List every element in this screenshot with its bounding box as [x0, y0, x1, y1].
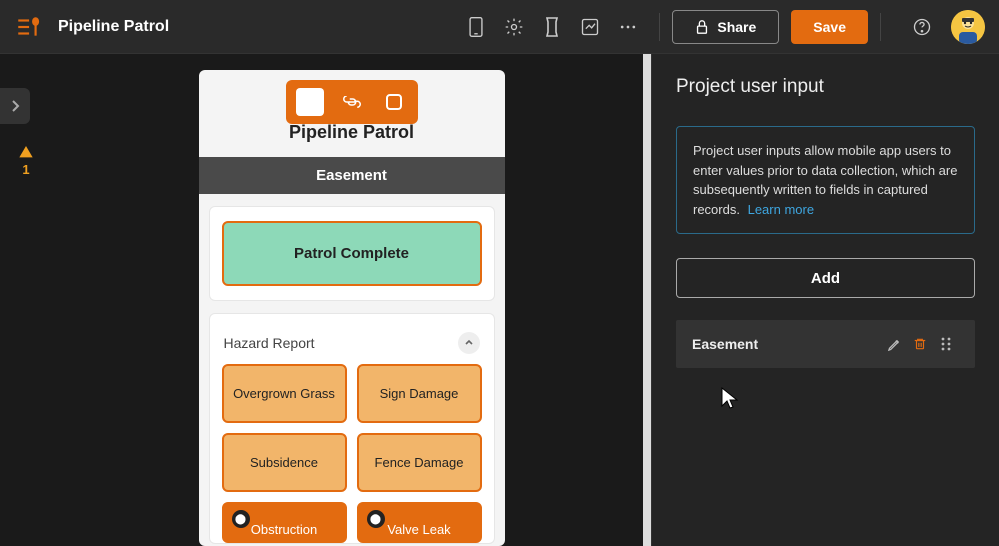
- canvas-toolbar: [286, 80, 418, 124]
- lock-icon: [695, 19, 709, 35]
- input-list-item[interactable]: Easement: [676, 320, 975, 368]
- hazard-section-label: Hazard Report: [224, 335, 315, 351]
- hazard-chip[interactable]: Sign Damage: [357, 364, 482, 423]
- share-button[interactable]: Share: [672, 10, 779, 44]
- tool-page-icon[interactable]: [296, 88, 324, 116]
- hazard-chip-linked[interactable]: ⬤ Valve Leak: [357, 502, 482, 543]
- tool-link-icon[interactable]: [338, 88, 366, 116]
- preview-card-hazard: Hazard Report Overgrown Grass Sign Damag…: [209, 313, 495, 544]
- settings-icon[interactable]: [497, 10, 531, 44]
- input-item-name: Easement: [692, 336, 881, 352]
- hazard-chip[interactable]: Overgrown Grass: [222, 364, 347, 423]
- app-logo[interactable]: [14, 13, 42, 41]
- info-banner: Project user inputs allow mobile app use…: [676, 126, 975, 234]
- design-canvas[interactable]: Pipeline Patrol Easement Patrol Complete…: [52, 54, 651, 546]
- preview-section-bar[interactable]: Easement: [199, 157, 505, 194]
- divider: [659, 13, 660, 41]
- tool-container-icon[interactable]: [380, 88, 408, 116]
- warning-indicator[interactable]: 1: [18, 144, 34, 177]
- hazard-chip-linked[interactable]: ⬤ Obstruction: [222, 502, 347, 543]
- hazard-chip[interactable]: Fence Damage: [357, 433, 482, 492]
- hazard-chip[interactable]: Subsidence: [222, 433, 347, 492]
- divider: [880, 13, 881, 41]
- collapse-icon[interactable]: [458, 332, 480, 354]
- save-button[interactable]: Save: [791, 10, 868, 44]
- properties-panel: Project user input Project user inputs a…: [651, 54, 999, 546]
- learn-more-link[interactable]: Learn more: [748, 202, 814, 217]
- edit-icon[interactable]: [881, 337, 907, 352]
- left-gutter: 1: [0, 54, 52, 546]
- preview-patrol-button[interactable]: Patrol Complete: [222, 221, 482, 286]
- delete-icon[interactable]: [907, 336, 933, 352]
- add-input-button[interactable]: Add: [676, 258, 975, 298]
- project-title: Pipeline Patrol: [58, 18, 169, 36]
- more-icon[interactable]: [611, 10, 645, 44]
- warning-icon: [18, 144, 34, 160]
- phone-preview: Pipeline Patrol Easement Patrol Complete…: [199, 70, 505, 546]
- panel-title: Project user input: [676, 76, 975, 98]
- offline-icon[interactable]: [535, 10, 569, 44]
- device-preview-icon[interactable]: [459, 10, 493, 44]
- user-avatar[interactable]: [951, 10, 985, 44]
- share-label: Share: [717, 19, 756, 35]
- link-icon: ⬤: [367, 510, 385, 528]
- help-icon[interactable]: [905, 10, 939, 44]
- warning-count: 1: [22, 162, 29, 177]
- expand-panel-button[interactable]: [0, 88, 30, 124]
- drag-handle-icon[interactable]: [933, 336, 959, 352]
- top-bar: Pipeline Patrol Share Save: [0, 0, 999, 54]
- preview-card-patrol: Patrol Complete: [209, 206, 495, 301]
- save-label: Save: [813, 19, 846, 35]
- info-text: Project user inputs allow mobile app use…: [693, 143, 957, 217]
- analytics-icon[interactable]: [573, 10, 607, 44]
- link-icon: ⬤: [232, 510, 250, 528]
